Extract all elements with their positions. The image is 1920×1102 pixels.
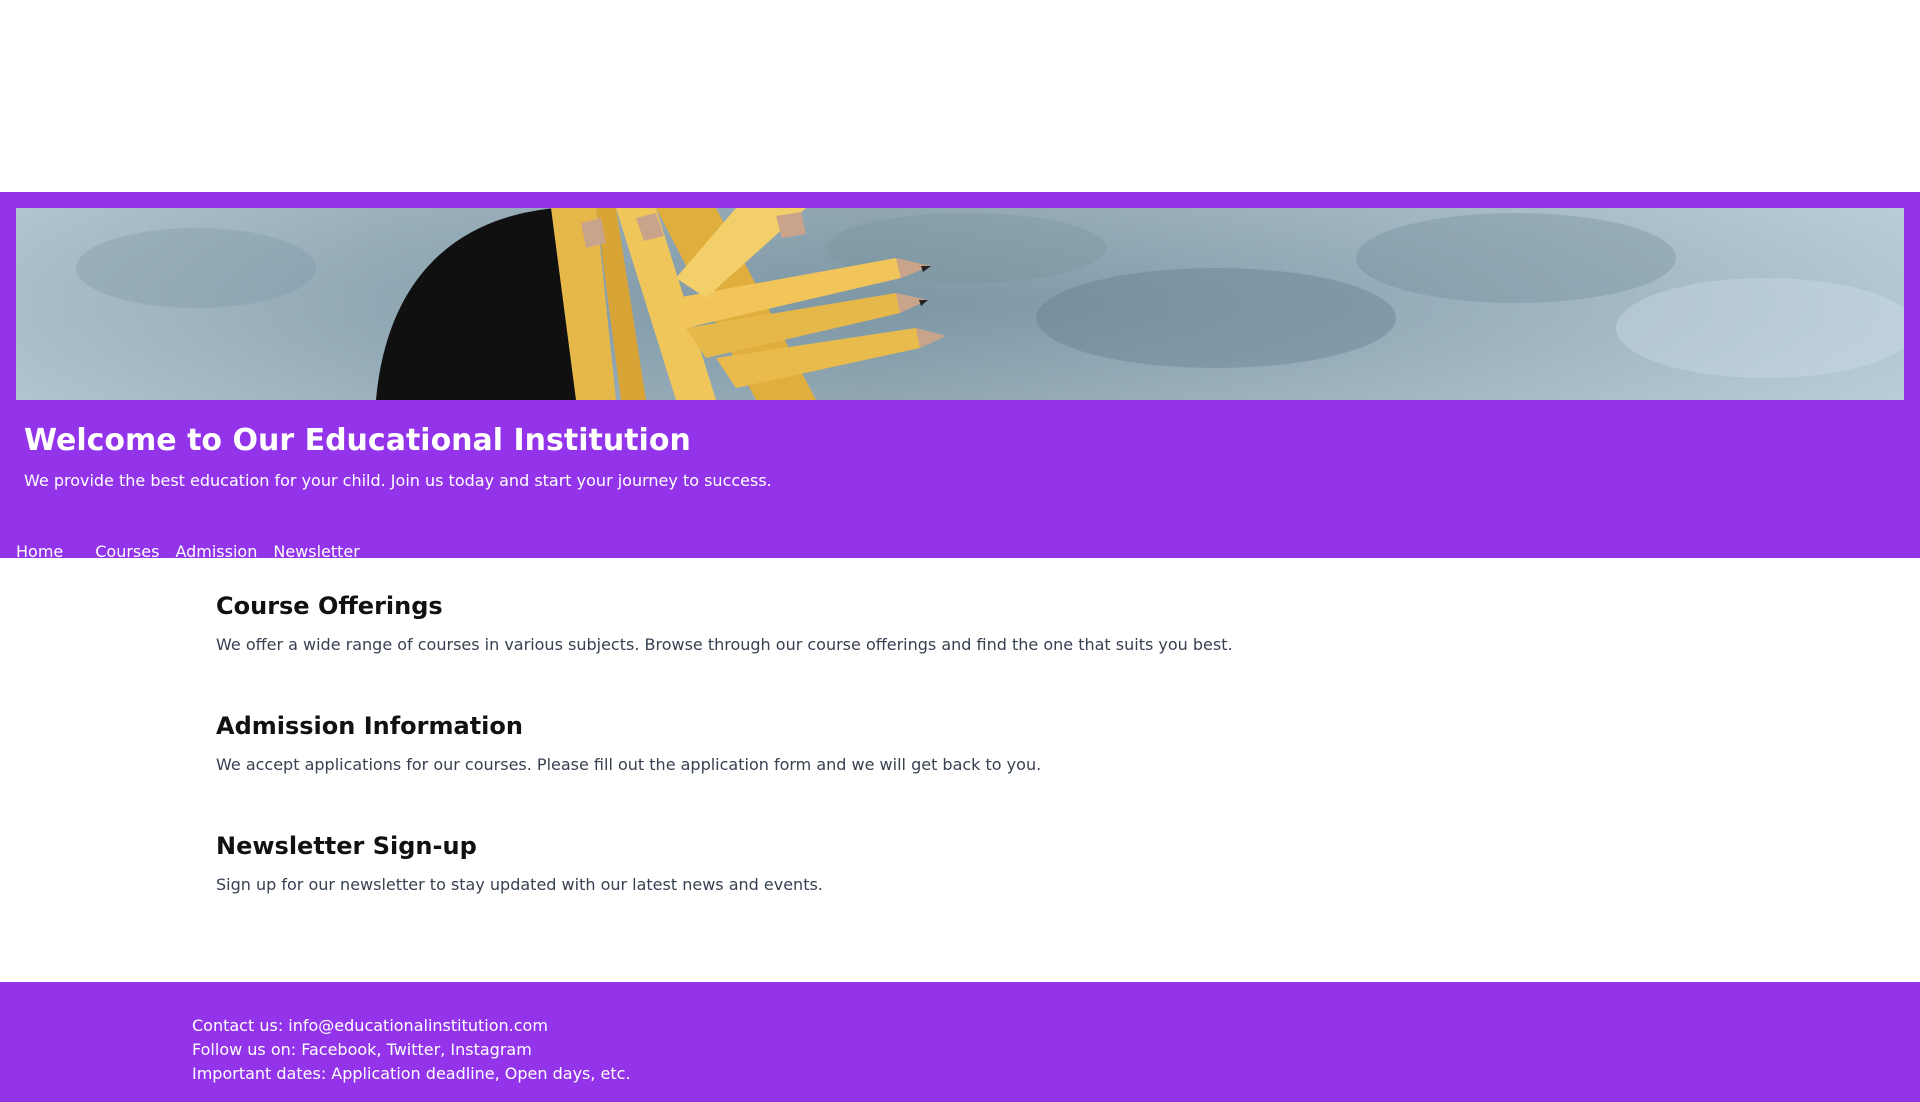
footer-info: Contact us: info@educationalinstitution.… (192, 1014, 631, 1086)
section-text-course-offerings: We offer a wide range of courses in vari… (216, 634, 1233, 654)
footer: Contact us: info@educationalinstitution.… (0, 982, 1920, 1102)
pencils-cup-illustration (16, 208, 1904, 400)
top-spacer (0, 0, 1920, 192)
section-heading-admission-information: Admission Information (216, 712, 523, 740)
section-admission-information: Admission Information We accept applicat… (216, 712, 1516, 776)
section-course-offerings: Course Offerings We offer a wide range o… (216, 592, 1516, 656)
section-heading-newsletter-signup: Newsletter Sign-up (216, 832, 477, 860)
banner-image-pencils (16, 208, 1904, 400)
page-title: Welcome to Our Educational Institution (24, 423, 691, 458)
footer-follow: Follow us on: Facebook, Twitter, Instagr… (192, 1040, 532, 1059)
section-heading-course-offerings: Course Offerings (216, 592, 443, 620)
hero-header: Welcome to Our Educational Institution W… (0, 192, 1920, 560)
footer-contact: Contact us: info@educationalinstitution.… (192, 1016, 548, 1035)
section-text-newsletter-signup: Sign up for our newsletter to stay updat… (216, 874, 823, 894)
hero-subtitle: We provide the best education for your c… (24, 471, 772, 490)
section-newsletter-signup: Newsletter Sign-up Sign up for our newsl… (216, 832, 1516, 896)
footer-dates: Important dates: Application deadline, O… (192, 1064, 631, 1083)
main-content: Course Offerings We offer a wide range o… (0, 558, 1920, 982)
section-text-admission-information: We accept applications for our courses. … (216, 754, 1042, 774)
